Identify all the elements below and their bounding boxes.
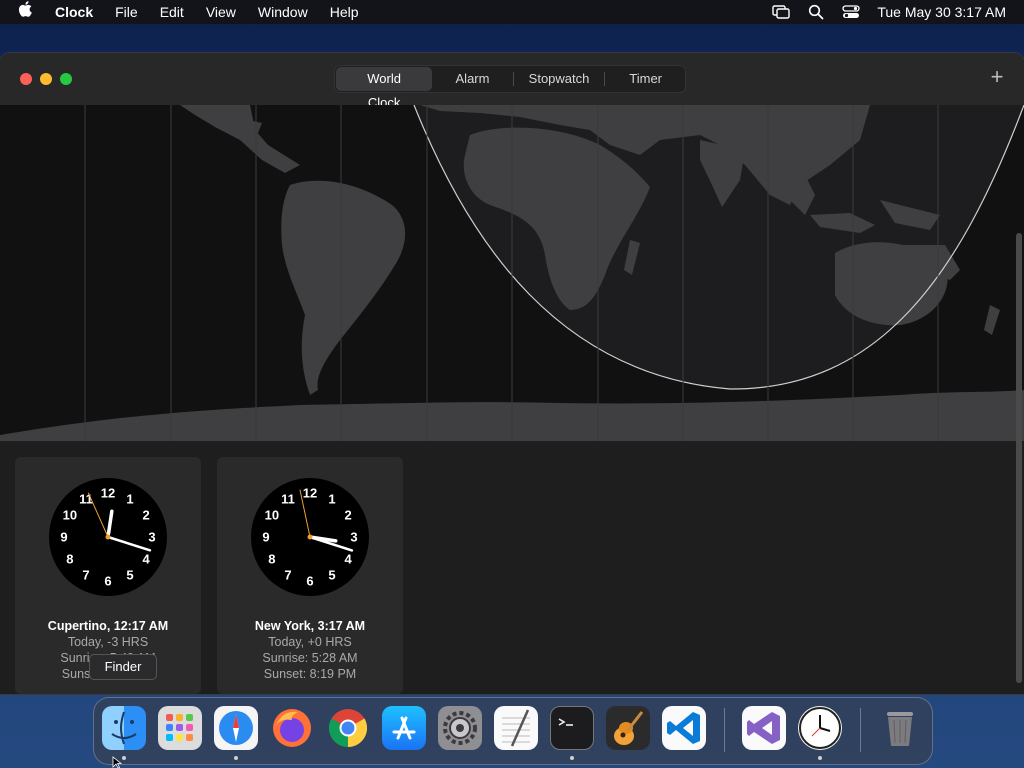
finder-icon[interactable] [102, 706, 146, 750]
clock-sunrise-label: Sunrise: 5:28 AM [262, 651, 358, 665]
world-map [0, 105, 1024, 441]
tab-timer[interactable]: Timer [605, 67, 686, 91]
clock-numeral: 12 [303, 486, 317, 501]
garageband-icon[interactable] [606, 706, 650, 750]
apple-menu-icon[interactable] [0, 0, 44, 24]
clock-app-icon[interactable] [798, 706, 842, 750]
textedit-icon[interactable] [494, 706, 538, 750]
firefox-icon[interactable] [270, 706, 314, 750]
clock-offset-label: Today, +0 HRS [268, 635, 352, 649]
clock-numeral: 12 [101, 486, 115, 501]
clock-center [307, 534, 313, 540]
clock-numeral: 7 [284, 568, 291, 583]
trash-icon[interactable] [878, 706, 922, 750]
clock-card-new-york[interactable]: 1 2 3 4 5 6 7 8 9 10 11 12 New York, 3:17 AM Today,… [217, 457, 403, 694]
clock-numeral: 10 [63, 508, 77, 523]
menu-help[interactable]: Help [319, 0, 370, 24]
add-city-button[interactable]: + [986, 66, 1008, 88]
clock-numeral: 1 [328, 491, 335, 506]
dock-tooltip: Finder [89, 654, 157, 680]
menu-file[interactable]: File [104, 0, 149, 24]
minimize-button[interactable] [40, 73, 52, 85]
tab-stopwatch[interactable]: Stopwatch [514, 67, 605, 91]
clock-numeral: 2 [344, 508, 351, 523]
system-settings-icon[interactable] [438, 706, 482, 750]
app-menu[interactable]: Clock [44, 0, 104, 24]
clock-numeral: 2 [142, 508, 149, 523]
running-indicator [122, 756, 126, 760]
clock-numeral: 5 [328, 568, 335, 583]
terminal-icon[interactable] [550, 706, 594, 750]
mouse-cursor-icon [112, 756, 122, 768]
zoom-button[interactable] [60, 73, 72, 85]
clock-numeral: 4 [344, 552, 352, 567]
running-indicator [234, 756, 238, 760]
vscode-icon[interactable] [662, 706, 706, 750]
dock-separator [860, 708, 861, 752]
clock-sunset-label: Sunset: 8:19 PM [263, 667, 357, 681]
clock-numeral: 7 [82, 568, 89, 583]
analog-clock-face: 1234567891011 12 [49, 478, 167, 596]
menu-view[interactable]: View [195, 0, 247, 24]
running-indicator [570, 756, 574, 760]
analog-clock-face: 1234567891011 12 [251, 478, 369, 596]
clock-numeral: 4 [142, 552, 150, 567]
tab-world-clock[interactable]: World Clock [336, 67, 433, 110]
clock-numeral: 9 [262, 530, 269, 545]
menu-window[interactable]: Window [247, 0, 319, 24]
clock-offset-label: Today, -3 HRS [67, 635, 149, 649]
vertical-scrollbar[interactable] [1016, 233, 1022, 683]
menu-bar-clock[interactable]: Tue May 30 3:17 AM [869, 4, 1024, 20]
visual-studio-icon[interactable] [742, 706, 786, 750]
clock-window: World Clock Alarm Stopwatch Timer + 1 2 … [0, 53, 1024, 694]
launchpad-icon[interactable] [158, 706, 202, 750]
clock-numeral: 8 [268, 552, 275, 567]
clock-center [105, 534, 111, 540]
dock [93, 697, 933, 765]
clock-city-label: New York, 3:17 AM [254, 619, 366, 633]
tab-bar: World Clock Alarm Stopwatch Timer [334, 65, 686, 110]
running-indicator [818, 756, 822, 760]
menu-bar: Clock File Edit View Window Help Tue May… [0, 0, 1024, 24]
clock-numeral: 6 [104, 574, 111, 589]
clock-numeral: 3 [148, 530, 155, 545]
clock-city-label: Cupertino, 12:17 AM [47, 619, 169, 633]
clock-numeral: 8 [66, 552, 73, 567]
clock-numeral: 11 [281, 491, 295, 506]
clock-numeral: 1 [126, 491, 133, 506]
search-icon[interactable] [799, 4, 833, 20]
clock-numeral: 3 [350, 530, 357, 545]
clock-numeral: 9 [60, 530, 67, 545]
title-bar: World Clock Alarm Stopwatch Timer + [0, 53, 1024, 110]
screen-mirroring-icon[interactable] [763, 5, 799, 19]
control-center-icon[interactable] [833, 5, 869, 19]
menu-edit[interactable]: Edit [149, 0, 195, 24]
app-store-icon[interactable] [382, 706, 426, 750]
close-button[interactable] [20, 73, 32, 85]
safari-icon[interactable] [214, 706, 258, 750]
dock-separator [724, 708, 725, 752]
clock-numeral: 10 [265, 508, 279, 523]
clock-numeral: 5 [126, 568, 133, 583]
chrome-icon[interactable] [326, 706, 370, 750]
tab-alarm[interactable]: Alarm [432, 67, 513, 91]
clock-numeral: 6 [306, 574, 313, 589]
